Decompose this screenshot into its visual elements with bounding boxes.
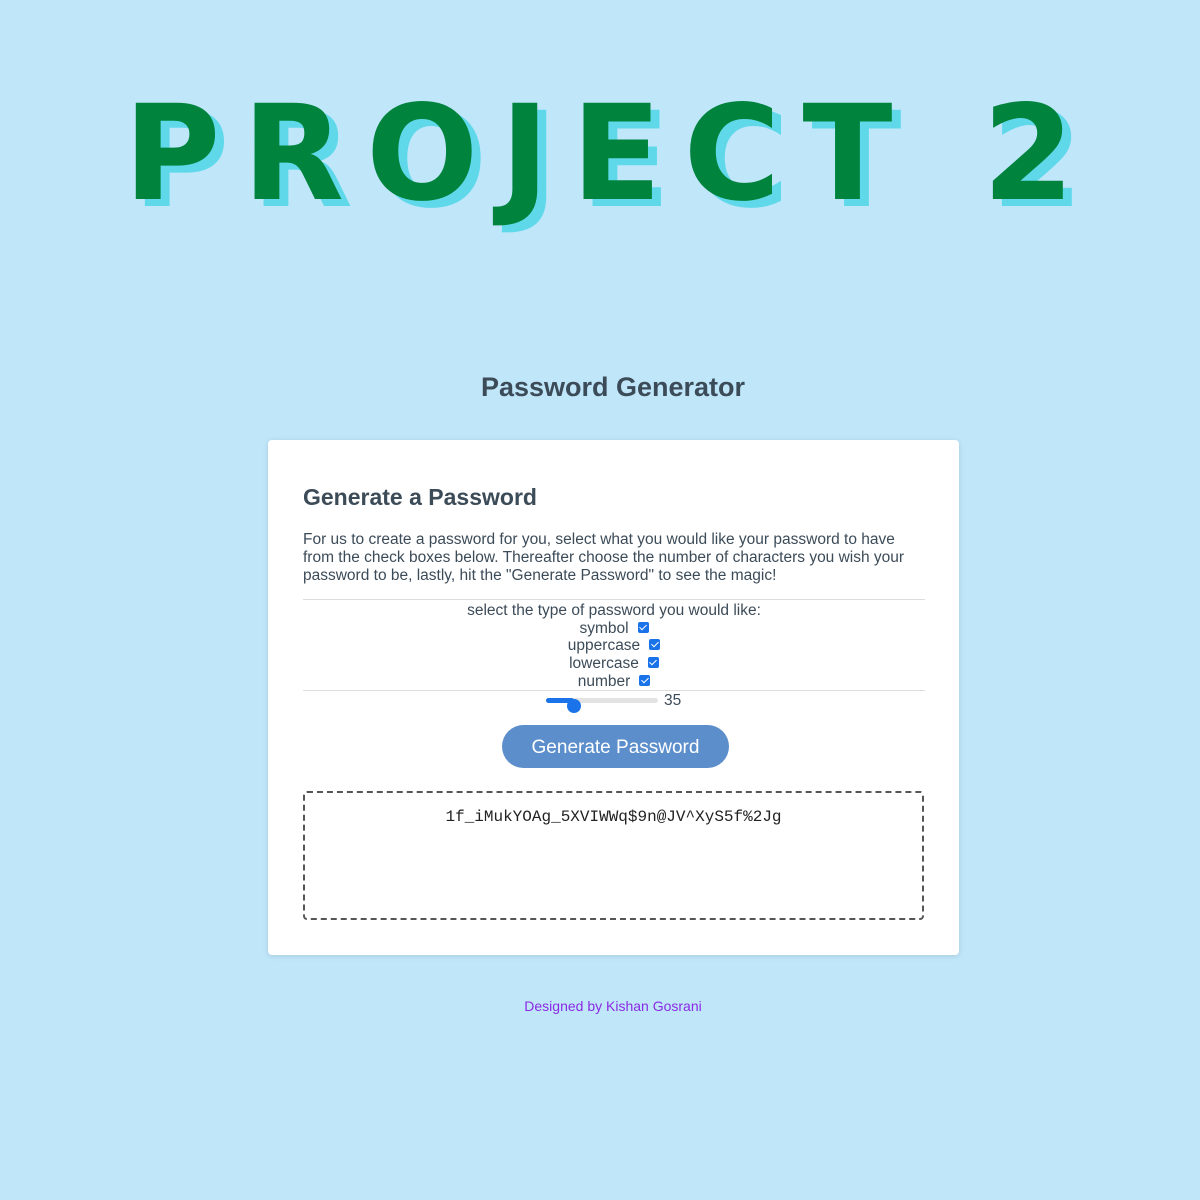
length-slider-row: 35 xyxy=(546,692,706,713)
options-group: select the type of password you would li… xyxy=(303,602,925,691)
lowercase-checkbox[interactable] xyxy=(647,657,659,669)
option-uppercase[interactable]: uppercase xyxy=(303,637,925,655)
option-symbol[interactable]: symbol xyxy=(303,620,925,638)
option-number[interactable]: number xyxy=(303,673,925,691)
generator-card: Generate a Password For us to create a p… xyxy=(268,440,959,955)
number-checkbox[interactable] xyxy=(639,674,651,686)
footer-credit: Designed by Kishan Gosrani xyxy=(524,998,702,1014)
password-output[interactable]: 1f_iMukYOAg_5XVIWWq$9n@JV^XyS5f%2Jg xyxy=(303,791,924,920)
generate-password-button[interactable]: Generate Password xyxy=(502,725,729,768)
project-logo: PROJECT 2 xyxy=(123,77,1097,231)
card-description: For us to create a password for you, sel… xyxy=(303,531,905,584)
option-lowercase-label: lowercase xyxy=(569,655,639,673)
divider-bottom xyxy=(303,690,925,691)
option-lowercase[interactable]: lowercase xyxy=(303,655,925,673)
options-prompt: select the type of password you would li… xyxy=(467,602,761,619)
uppercase-checkbox[interactable] xyxy=(649,639,661,651)
length-slider[interactable] xyxy=(546,698,658,713)
page-title: Password Generator xyxy=(480,372,746,402)
page: PROJECT 2 Password Generator Generate a … xyxy=(0,0,1200,1200)
card-title: Generate a Password xyxy=(303,484,537,510)
length-value: 35 xyxy=(664,692,682,709)
symbol-checkbox[interactable] xyxy=(637,621,649,633)
option-symbol-label: symbol xyxy=(579,619,629,637)
option-number-label: number xyxy=(577,672,631,690)
option-uppercase-label: uppercase xyxy=(567,637,641,655)
divider-top xyxy=(303,599,925,600)
length-slider-thumb[interactable] xyxy=(567,699,581,713)
